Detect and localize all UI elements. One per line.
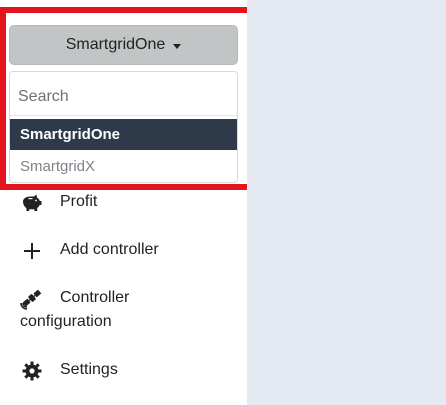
nav-item-add-controller[interactable]: Add controller bbox=[20, 238, 220, 264]
main-content-area bbox=[247, 0, 446, 405]
account-option-label: SmartgridOne bbox=[20, 126, 121, 143]
piggy-bank-icon bbox=[23, 194, 42, 211]
account-option-label: SmartgridX bbox=[20, 158, 96, 175]
gear-icon bbox=[22, 361, 42, 381]
nav-item-controller-configuration-label-line2: configuration bbox=[20, 313, 112, 330]
nav-item-controller-configuration-label-line1: Controller bbox=[60, 289, 130, 306]
nav-item-settings-label: Settings bbox=[60, 361, 118, 378]
nav-item-profit[interactable]: Profit bbox=[20, 190, 220, 216]
account-search-input[interactable] bbox=[10, 78, 237, 116]
nav-item-add-controller-label: Add controller bbox=[60, 241, 159, 258]
nav-item-controller-configuration[interactable]: Controller configuration bbox=[20, 286, 230, 336]
account-option-smartgridx[interactable]: SmartgridX bbox=[10, 151, 237, 182]
account-selector-label: SmartgridOne bbox=[65, 36, 166, 53]
nav-item-settings[interactable]: Settings bbox=[20, 358, 220, 384]
account-selector-button[interactable]: SmartgridOne bbox=[9, 25, 238, 65]
sidebar: SmartgridOne SmartgridOne SmartgridX Pro… bbox=[0, 0, 255, 405]
nav-item-profit-label: Profit bbox=[60, 193, 98, 210]
caret-down-icon bbox=[173, 43, 182, 49]
satellite-icon bbox=[20, 289, 42, 310]
account-dropdown-menu: SmartgridOne SmartgridX bbox=[9, 71, 238, 183]
plus-icon bbox=[24, 243, 40, 259]
account-option-smartgridone[interactable]: SmartgridOne bbox=[10, 119, 237, 150]
